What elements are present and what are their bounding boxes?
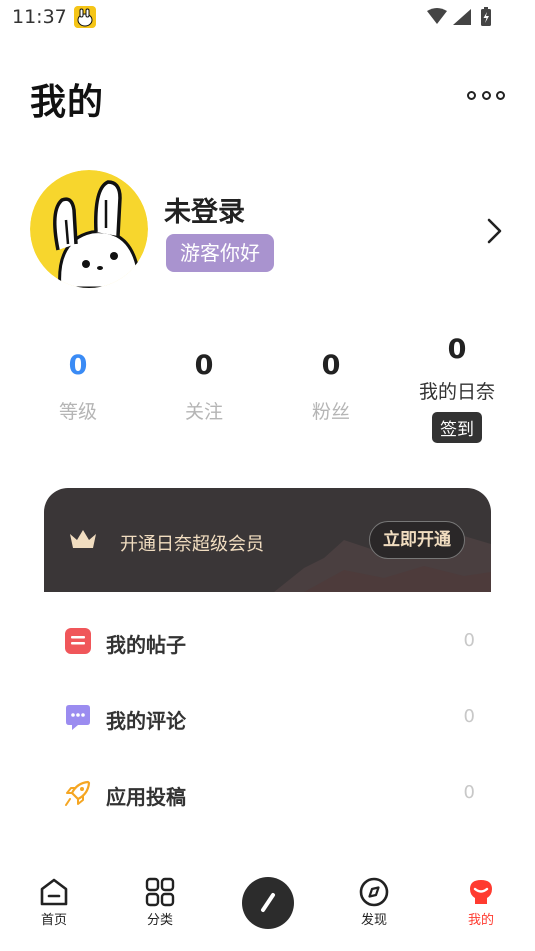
profile-row[interactable]: 未登录 游客你好 <box>0 165 535 290</box>
guest-badge: 游客你好 <box>166 234 274 272</box>
tab-label: 我的 <box>467 913 494 928</box>
stats-row: 0 等级 0 关注 0 粉丝 0 我的日奈 签到 <box>0 335 535 445</box>
tab-label: 发现 <box>360 913 387 928</box>
avatar[interactable] <box>30 170 148 288</box>
comment-icon <box>66 705 90 730</box>
menu-label: 应用投稿 <box>106 785 186 809</box>
signal-icon <box>453 9 471 25</box>
bottom-tab-bar: 首页 分类 发现 我的 <box>0 862 535 951</box>
more-dot-icon <box>496 90 505 100</box>
stat-followers[interactable]: 0 粉丝 <box>276 335 386 424</box>
stat-label: 粉丝 <box>311 401 350 423</box>
stat-level[interactable]: 0 等级 <box>23 335 133 424</box>
menu-count: 0 <box>463 706 475 727</box>
menu-count: 0 <box>463 782 475 803</box>
pen-icon <box>261 893 275 912</box>
stat-my-rinai[interactable]: 0 我的日奈 签到 <box>402 335 512 443</box>
crown-icon <box>70 530 96 548</box>
tab-discover[interactable]: 发现 <box>344 877 404 928</box>
status-time: 11:37 <box>12 6 67 28</box>
status-indicators <box>427 7 491 26</box>
stat-label: 关注 <box>184 401 223 423</box>
create-post-button[interactable] <box>242 877 294 929</box>
stat-value: 0 <box>321 350 341 381</box>
tab-category[interactable]: 分类 <box>130 877 190 928</box>
more-options-button[interactable] <box>467 82 505 108</box>
vip-card[interactable]: 开通日奈超级会员 立即开通 <box>44 488 491 592</box>
post-icon <box>65 628 91 654</box>
stat-value: 0 <box>68 350 88 381</box>
sign-in-button[interactable]: 签到 <box>432 412 482 443</box>
menu-item-my-comments[interactable]: 我的评论 0 <box>0 686 535 746</box>
menu-label: 我的评论 <box>106 709 186 733</box>
tab-home[interactable]: 首页 <box>24 877 84 928</box>
more-dot-icon <box>467 90 476 100</box>
rocket-icon <box>65 780 91 806</box>
page-title: 我的 <box>30 82 105 123</box>
menu-count: 0 <box>463 630 475 651</box>
app-notification-icon <box>74 6 96 28</box>
stat-value: 0 <box>447 334 467 365</box>
menu-item-app-submission[interactable]: 应用投稿 0 <box>0 762 535 822</box>
stat-label: 我的日奈 <box>418 381 495 403</box>
tab-mine[interactable]: 我的 <box>451 877 511 928</box>
menu-item-my-posts[interactable]: 我的帖子 0 <box>0 610 535 670</box>
home-icon <box>40 878 68 906</box>
stat-label: 等级 <box>58 401 97 423</box>
compass-icon <box>359 877 389 907</box>
tab-label: 分类 <box>146 913 173 928</box>
stat-value: 0 <box>194 350 214 381</box>
username: 未登录 <box>164 197 245 228</box>
vip-promo-text: 开通日奈超级会员 <box>120 534 264 555</box>
menu-label: 我的帖子 <box>106 633 186 657</box>
tab-label: 首页 <box>40 913 67 928</box>
category-icon <box>145 877 175 907</box>
chevron-right-icon[interactable] <box>482 217 506 245</box>
open-vip-button[interactable]: 立即开通 <box>369 521 465 559</box>
status-bar: 11:37 <box>0 0 535 36</box>
stat-following[interactable]: 0 关注 <box>149 335 259 424</box>
more-dot-icon <box>481 90 491 100</box>
wifi-icon <box>427 8 447 24</box>
mine-icon <box>470 880 492 904</box>
